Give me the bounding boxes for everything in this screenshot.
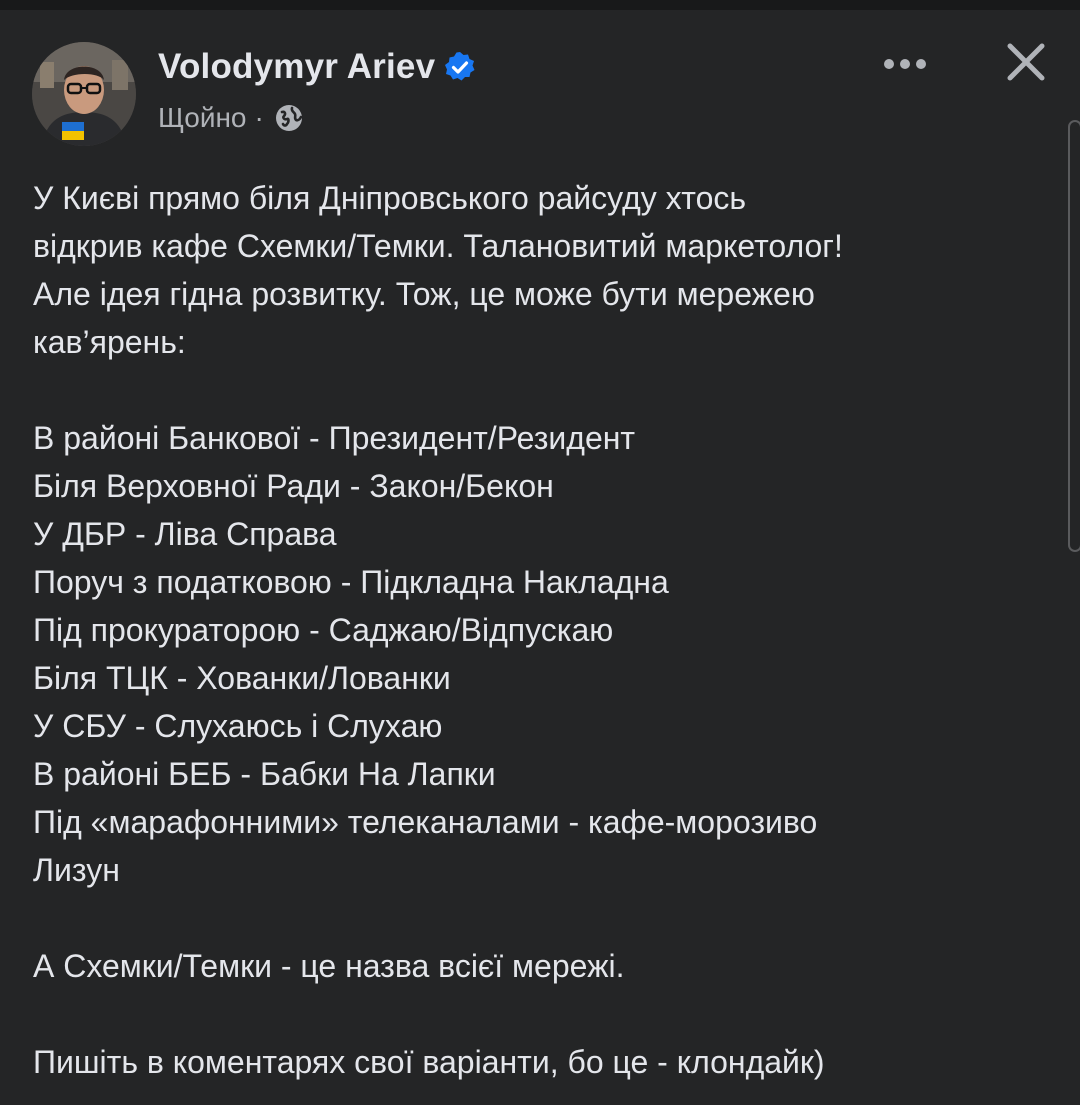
post-line: Біля Верховної Ради - Закон/Бекон — [33, 468, 554, 504]
post-line: Під «марафонними» телеканалами - кафе-мо… — [33, 804, 818, 840]
post-line: У Києві прямо біля Дніпровського райсуду… — [33, 180, 747, 216]
more-options-icon — [884, 59, 926, 69]
avatar-photo — [32, 42, 136, 146]
post-line: В районі БЕБ - Бабки На Лапки — [33, 756, 496, 792]
post-line: В районі Банкової - Президент/Резидент — [33, 420, 636, 456]
globe-icon[interactable] — [274, 103, 304, 133]
post-line: відкрив кафе Схемки/Темки. Талановитий м… — [33, 228, 843, 264]
more-options-button[interactable] — [880, 44, 930, 84]
post-line: Лизун — [33, 852, 120, 888]
close-icon — [1007, 43, 1045, 81]
close-button[interactable] — [1000, 36, 1052, 88]
post-body: У Києві прямо біля Дніпровського райсуду… — [33, 174, 1043, 1086]
author-name[interactable]: Volodymyr Ariev — [158, 47, 435, 87]
top-bar-strip — [0, 0, 1080, 10]
post-line: Але ідея гідна розвитку. Тож, це може бу… — [33, 276, 815, 312]
post-timestamp[interactable]: Щойно — [158, 102, 247, 134]
post-line: Під прокураторою - Саджаю/Відпускаю — [33, 612, 614, 648]
post-line: У СБУ - Слухаюсь і Слухаю — [33, 708, 443, 744]
post-header: Volodymyr Ariev Щойно · — [32, 42, 1052, 152]
verified-badge-icon — [445, 52, 475, 81]
post-line: Поруч з податковою - Підкладна Накладна — [33, 564, 669, 600]
post-line: У ДБР - Ліва Справа — [33, 516, 337, 552]
meta-separator: · — [254, 102, 264, 133]
avatar[interactable] — [32, 42, 136, 146]
post-line: А Схемки/Темки - це назва всієї мережі. — [33, 948, 625, 984]
post-meta: Щойно · — [158, 102, 304, 134]
post-line: Пишіть в коментарях свої варіанти, бо це… — [33, 1044, 825, 1080]
post-line: Біля ТЦК - Хованки/Лованки — [33, 660, 451, 696]
post-line: кав’ярень: — [33, 324, 186, 360]
scrollbar[interactable] — [1068, 120, 1080, 552]
